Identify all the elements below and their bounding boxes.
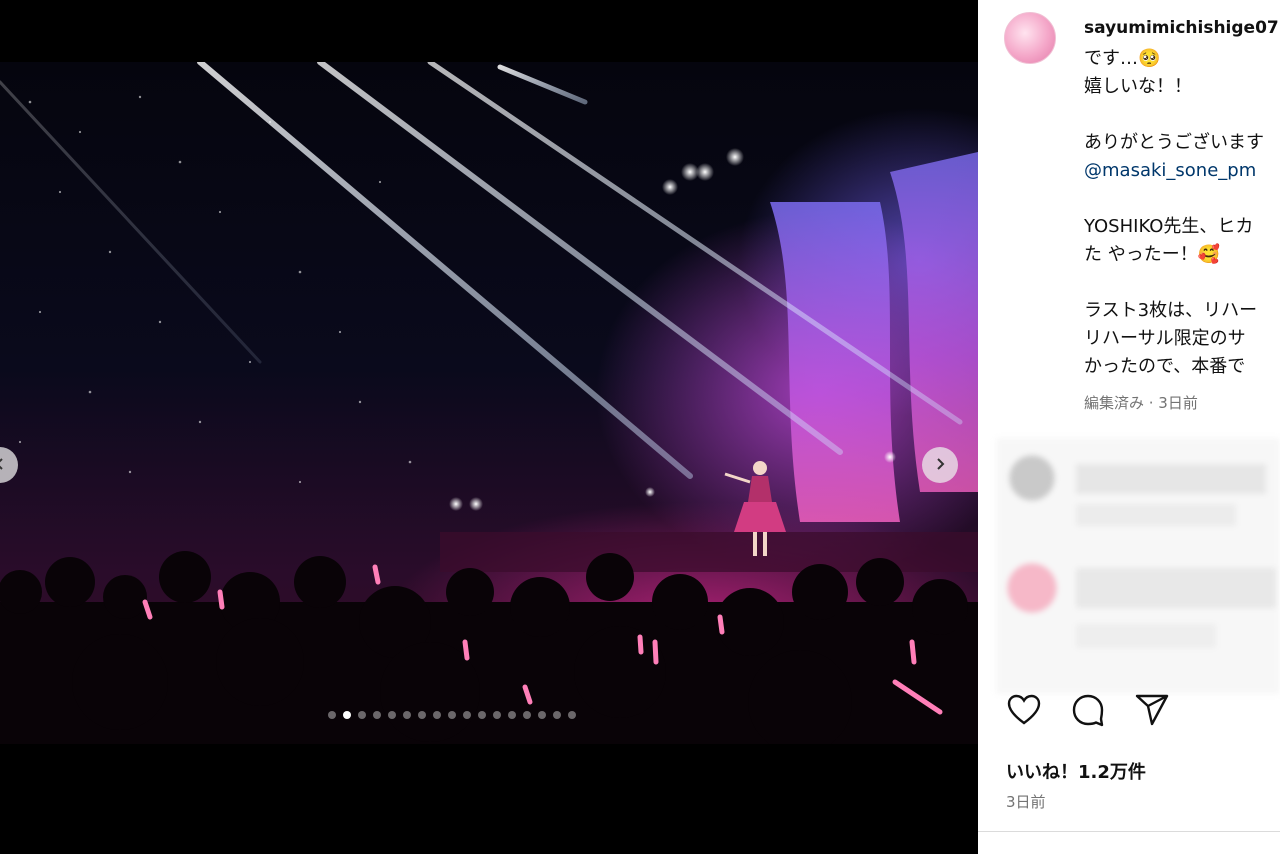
post-caption: です…🥺 嬉しいな！！ ありがとうございます @masaki_sone_pm YOSH… — [1084, 45, 1264, 381]
carousel-dot — [448, 711, 456, 719]
carousel-dot — [553, 711, 561, 719]
carousel-dot — [433, 711, 441, 719]
post-side-panel: sayumimichishige07 です…🥺 嬉しいな！！ ありがとうございます… — [978, 0, 1280, 854]
post-username[interactable]: sayumimichishige07 — [1084, 18, 1279, 38]
next-slide-button[interactable] — [922, 447, 958, 483]
caption-line: YOSHIKO先生、ヒカ — [1084, 216, 1254, 237]
caption-line: です…🥺 — [1084, 48, 1161, 69]
blurred-comments — [996, 438, 1280, 694]
carousel-dot — [373, 711, 381, 719]
caption-line: かったので、本番で — [1084, 356, 1246, 377]
caption-line: ありがとうございます — [1084, 132, 1264, 153]
carousel-dot — [538, 711, 546, 719]
caption-line: ラスト3枚は、リハー — [1084, 300, 1258, 321]
divider — [978, 831, 1280, 832]
post-media — [0, 0, 978, 854]
carousel-dot — [493, 711, 501, 719]
caption-line — [1084, 101, 1264, 129]
heart-icon — [1007, 694, 1041, 730]
post-date: 3日前 — [1006, 793, 1046, 811]
carousel-dot — [358, 711, 366, 719]
comment-button[interactable] — [1068, 692, 1108, 732]
share-button[interactable] — [1132, 692, 1172, 732]
caption-line: 嬉しいな！！ — [1084, 76, 1192, 97]
carousel-dot — [403, 711, 411, 719]
caption-line: た やったー！🥰 — [1084, 244, 1221, 265]
carousel-dot — [523, 711, 531, 719]
like-button[interactable] — [1004, 692, 1044, 732]
edited-timestamp: 編集済み · 3日前 — [1084, 394, 1198, 412]
concert-photo — [0, 62, 978, 744]
carousel-dot — [463, 711, 471, 719]
carousel-indicator — [328, 711, 576, 719]
caption-line: リハーサル限定のサ — [1084, 328, 1246, 349]
chevron-left-icon — [0, 456, 7, 475]
caption-line — [1084, 269, 1264, 297]
avatar[interactable] — [1004, 12, 1056, 64]
share-icon — [1135, 694, 1169, 730]
comment-icon — [1071, 693, 1105, 731]
action-bar — [1004, 692, 1172, 732]
carousel-dot — [508, 711, 516, 719]
carousel-dot — [478, 711, 486, 719]
carousel-dot — [328, 711, 336, 719]
concert-scene — [0, 62, 978, 744]
carousel-dot — [418, 711, 426, 719]
chevron-right-icon — [933, 456, 947, 475]
caption-mention[interactable]: @masaki_sone_pm — [1084, 157, 1264, 185]
like-count[interactable]: いいね！1.2万件 — [1006, 758, 1146, 784]
caption-line — [1084, 185, 1264, 213]
carousel-dot — [343, 711, 351, 719]
carousel-dot — [388, 711, 396, 719]
carousel-dot — [568, 711, 576, 719]
